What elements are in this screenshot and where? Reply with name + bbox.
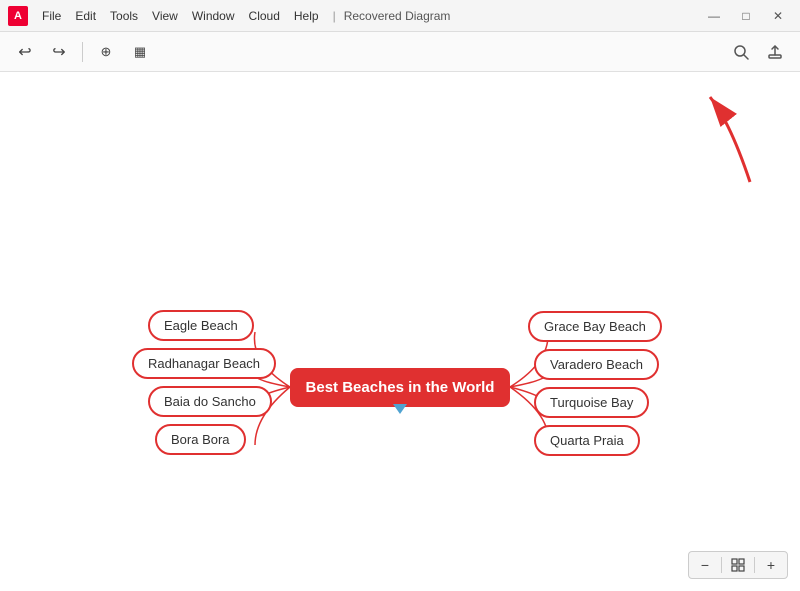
export-button[interactable] [760,38,790,66]
close-button[interactable]: ✕ [764,5,792,27]
toolbar-separator-1 [82,42,83,62]
maximize-button[interactable]: □ [732,5,760,27]
menu-item-edit[interactable]: Edit [69,7,102,25]
node-quarta-praia[interactable]: Quarta Praia [534,425,640,456]
embed-button[interactable]: ⊕ [91,38,121,66]
menu-item-window[interactable]: Window [186,7,241,25]
minimize-button[interactable]: — [700,5,728,27]
node-baia-do-sancho[interactable]: Baia do Sancho [148,386,272,417]
menu-item-file[interactable]: File [36,7,67,25]
zoom-separator-2 [754,557,755,573]
menu-item-tools[interactable]: Tools [104,7,144,25]
menu-item-view[interactable]: View [146,7,184,25]
fit-button[interactable] [726,554,750,576]
zoom-separator-1 [721,557,722,573]
undo-button[interactable]: ↩ [10,38,40,66]
title-bar: A FileEditToolsViewWindowCloudHelp | Rec… [0,0,800,32]
menu-item-help[interactable]: Help [288,7,325,25]
node-bora-bora[interactable]: Bora Bora [155,424,246,455]
node-turquoise-bay[interactable]: Turquoise Bay [534,387,649,418]
menu-item-cloud[interactable]: Cloud [243,7,286,25]
zoom-out-button[interactable]: − [693,554,717,576]
zoom-in-button[interactable]: + [759,554,783,576]
node-varadero-beach[interactable]: Varadero Beach [534,349,659,380]
connections-svg [0,72,800,591]
redo-button[interactable]: ↪ [44,38,74,66]
node-eagle-beach[interactable]: Eagle Beach [148,310,254,341]
toolbar: ↩ ↪ ⊕ ▦ [0,32,800,72]
document-title: Recovered Diagram [344,9,451,23]
window-controls: — □ ✕ [700,5,792,27]
title-separator: | [333,9,336,23]
node-grace-bay-beach[interactable]: Grace Bay Beach [528,311,662,342]
toolbar-right [726,38,790,66]
zoom-controls: − + [688,551,788,579]
menu-bar: FileEditToolsViewWindowCloudHelp [36,7,325,25]
app-logo: A [8,6,28,26]
search-button[interactable] [726,38,756,66]
diagram-canvas[interactable]: Best Beaches in the World Eagle Beach Ra… [0,72,800,591]
layout-button[interactable]: ▦ [125,38,155,66]
node-radhanagar-beach[interactable]: Radhanagar Beach [132,348,276,379]
center-node[interactable]: Best Beaches in the World [290,368,510,407]
